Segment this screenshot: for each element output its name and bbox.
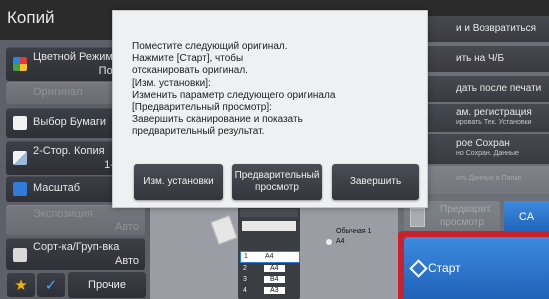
tray-row[interactable]: 4 A3 xyxy=(240,286,300,296)
exposure-button[interactable]: Экспозиция Авто xyxy=(6,205,145,235)
clear-all-button[interactable]: CA xyxy=(504,201,549,233)
favorite-button[interactable]: ★ xyxy=(7,273,35,297)
tray-size: B4 xyxy=(264,276,285,283)
exposure-label: Экспозиция xyxy=(33,208,93,220)
sort-group-button[interactable]: Сорт-ка/Груп-вка Авто xyxy=(6,238,145,270)
preview-label-2: просмотр xyxy=(255,182,299,193)
sort-group-label: Сорт-ка/Груп-вка xyxy=(33,241,120,253)
tray-row[interactable]: 3 B4 xyxy=(240,275,300,285)
dialog-message-line: Изменить параметр следующего оригинала xyxy=(132,89,336,101)
tray-row[interactable]: 2 A4 xyxy=(240,264,300,274)
finish-label: Завершить xyxy=(349,176,402,187)
change-settings-button[interactable]: Изм. установки xyxy=(134,164,223,200)
sort-icon xyxy=(13,248,27,262)
dialog-message-line: предварительный результат. xyxy=(132,126,265,138)
preview-button[interactable]: Предварительный просмотр xyxy=(232,164,322,200)
dialog-message-line: Нажмите [Старт], чтобы xyxy=(132,53,244,65)
check-icon: ✓ xyxy=(44,276,58,294)
page-title: Копий xyxy=(7,8,55,27)
preview-side-label-2: просмотр xyxy=(440,217,484,228)
paper-icon xyxy=(13,116,27,130)
dialog-message-line: [Изм. установки]: xyxy=(132,77,211,89)
copy-screen: Копий Цветной Режим Полный Оригинал Выбо… xyxy=(0,0,549,299)
preview-side-label-1: Предварит. xyxy=(440,204,493,215)
exposure-value: Авто xyxy=(115,221,139,233)
output-tray-size: A4 xyxy=(336,238,345,245)
dialog-message-line: Завершить сканирование и показать xyxy=(132,114,303,126)
start-icon xyxy=(409,259,428,278)
paper-select-label: Выбор Бумаги xyxy=(33,116,107,128)
preview-label-1: Предварительный xyxy=(234,170,320,181)
tray-size: A4 xyxy=(264,265,285,272)
color-mode-label: Цветной Режим xyxy=(33,51,113,63)
start-button[interactable]: Старт xyxy=(404,237,549,299)
original-label: Оригинал xyxy=(33,86,83,98)
tray-row[interactable]: 1 A4 xyxy=(240,251,300,263)
finish-button[interactable]: Завершить xyxy=(332,164,419,200)
tray-num: 2 xyxy=(243,265,247,272)
change-settings-label: Изм. установки xyxy=(143,176,214,187)
duplex-icon xyxy=(13,151,27,165)
tray-num: 1 xyxy=(244,253,248,260)
color-mode-icon xyxy=(13,57,27,71)
document-icon xyxy=(210,215,238,245)
tray-num: 3 xyxy=(243,276,247,283)
dialog-message-line: [Предварительный просмотр]: xyxy=(132,102,272,114)
dialog-message-line: Поместите следующий оригинал. xyxy=(132,41,288,52)
tray-num: 4 xyxy=(243,287,247,294)
star-icon: ★ xyxy=(14,276,28,294)
other-button[interactable]: Прочие xyxy=(68,272,146,298)
preview-doc-icon xyxy=(410,208,425,227)
tray-size: A3 xyxy=(264,287,285,294)
dialog-message-line: отсканировать оригинал. xyxy=(132,65,248,77)
machine-preview: Обычная 1 A4 1 A4 2 A4 3 B4 4 A3 xyxy=(150,198,398,299)
scale-label: Масштаб xyxy=(33,182,81,194)
sort-group-value: Авто xyxy=(115,255,139,267)
checklist-button[interactable]: ✓ xyxy=(37,273,65,297)
output-tray-indicator xyxy=(326,239,332,245)
dialog-message: Поместите следующий оригинал. Нажмите [С… xyxy=(132,41,335,139)
scale-icon xyxy=(13,182,27,196)
tray-list: 1 A4 2 A4 3 B4 4 A3 xyxy=(240,251,300,296)
next-original-dialog: Поместите следующий оригинал. Нажмите [С… xyxy=(112,10,428,208)
output-tray-label: Обычная 1 xyxy=(336,228,372,235)
duplex-label: 2-Стор. Копия xyxy=(33,145,105,157)
start-label: Старт xyxy=(428,261,461,275)
tray-size: A4 xyxy=(265,253,274,260)
